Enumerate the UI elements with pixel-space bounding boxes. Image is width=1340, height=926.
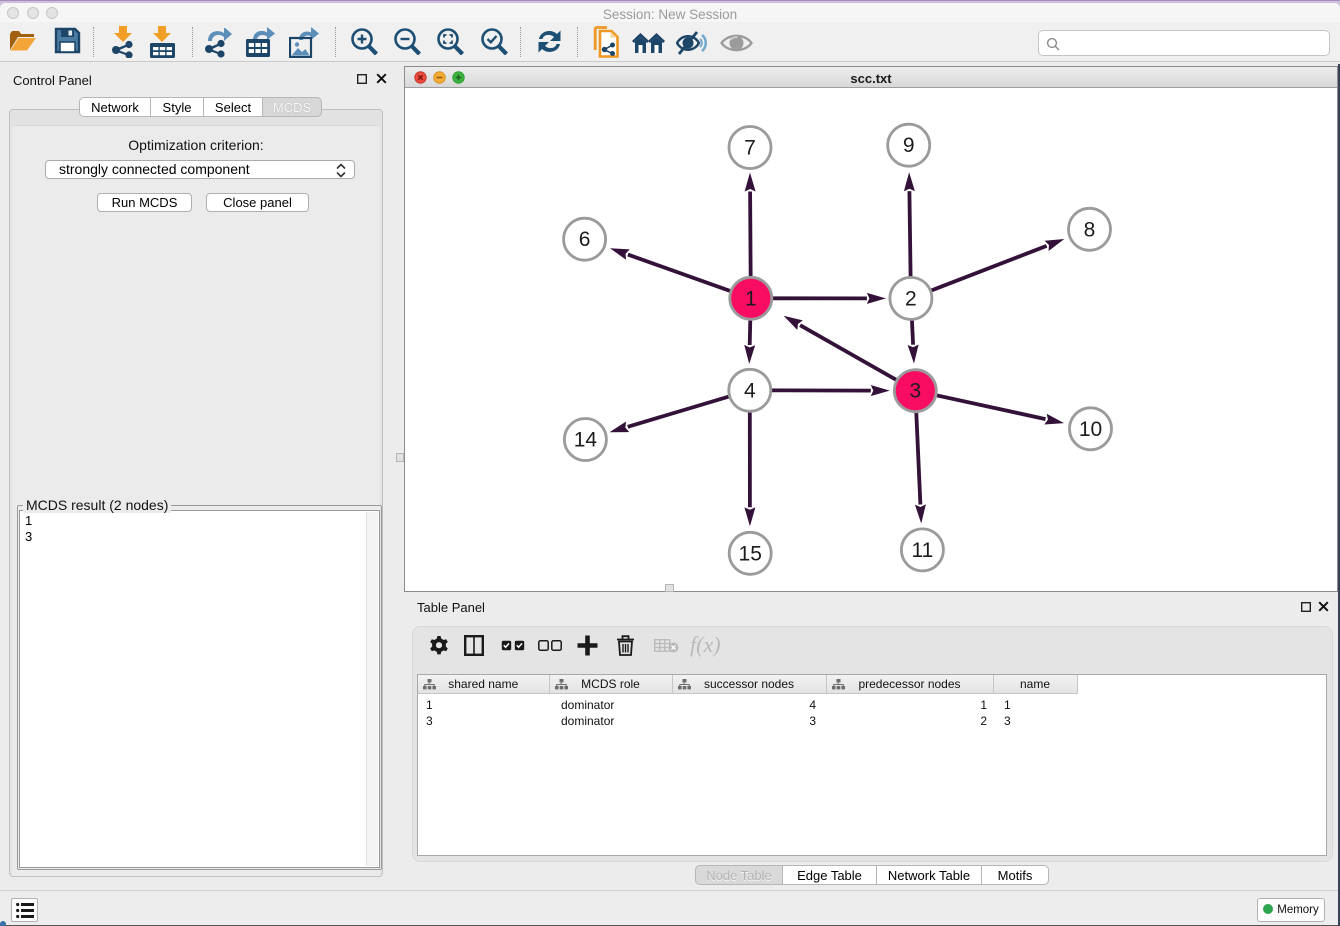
svg-text:14: 14 <box>574 429 598 452</box>
svg-text:8: 8 <box>1084 218 1096 241</box>
svg-text:11: 11 <box>911 539 933 562</box>
svg-text:7: 7 <box>744 137 756 160</box>
svg-text:10: 10 <box>1079 418 1102 441</box>
svg-text:4: 4 <box>744 379 756 402</box>
svg-text:1: 1 <box>745 287 757 310</box>
svg-text:9: 9 <box>903 134 915 157</box>
svg-text:15: 15 <box>739 542 762 565</box>
svg-text:3: 3 <box>909 380 921 403</box>
svg-text:6: 6 <box>579 228 591 251</box>
svg-text:2: 2 <box>905 287 917 310</box>
